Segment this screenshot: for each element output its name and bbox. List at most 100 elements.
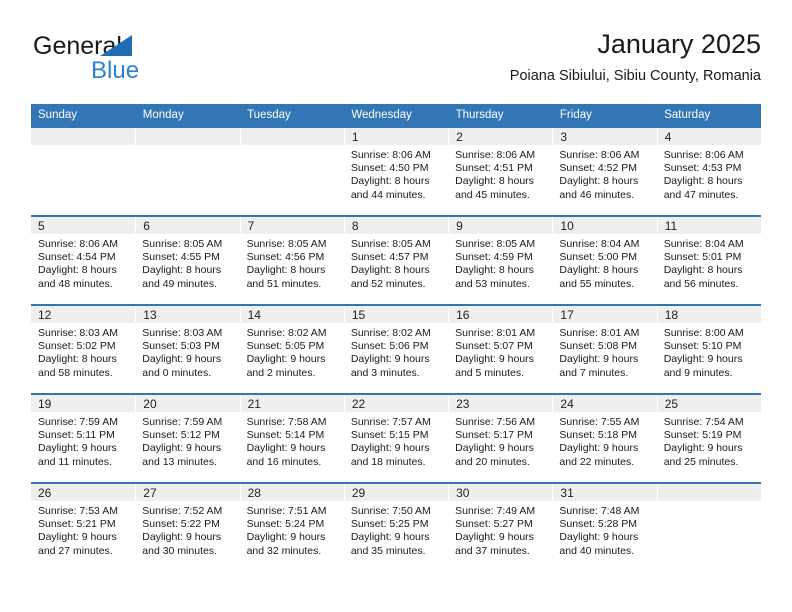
day-sun-details: Sunrise: 8:06 AM Sunset: 4:51 PM Daylight:…	[448, 145, 552, 202]
day-detail-line: Sunrise: 7:57 AM	[350, 416, 431, 428]
day-detail-line: Sunset: 5:18 PM	[559, 429, 638, 442]
calendar-day-cell[interactable]: 23 Sunrise: 7:56 AM Sunset: 5:17 PM Dayligh…	[448, 393, 553, 483]
day-detail-line: and 30 minutes.	[142, 544, 217, 557]
day-detail-line: Daylight: 9 hours	[663, 353, 743, 366]
calendar-day-cell[interactable]: 13 Sunrise: 8:03 AM Sunset: 5:03 PM Dayligh…	[135, 304, 240, 394]
day-detail-line: Sunset: 5:25 PM	[350, 518, 429, 531]
day-detail-line: and 7 minutes.	[559, 366, 629, 379]
day-cell-inner: 12 Sunrise: 8:03 AM Sunset: 5:02 PM Dayligh…	[31, 306, 136, 393]
day-detail-line: Daylight: 9 hours	[455, 531, 534, 544]
day-detail-line: Sunrise: 8:03 AM	[38, 327, 118, 339]
calendar-page: General Blue January 2025 Poiana Sibiulu…	[0, 0, 792, 612]
day-detail-line: Sunset: 5:14 PM	[246, 429, 325, 442]
calendar-day-cell-empty	[135, 126, 240, 216]
day-cell-inner	[135, 128, 240, 215]
day-detail-line: Daylight: 9 hours	[246, 442, 326, 455]
day-detail-line: and 46 minutes.	[559, 188, 635, 201]
title-block: January 2025 Poiana Sibiului, Sibiu Coun…	[510, 28, 761, 86]
calendar-week-row: 19 Sunrise: 7:59 AM Sunset: 5:11 PM Dayligh…	[31, 393, 761, 483]
calendar-day-cell[interactable]: 28 Sunrise: 7:51 AM Sunset: 5:24 PM Dayligh…	[239, 482, 344, 572]
day-sun-details: Sunrise: 8:01 AM Sunset: 5:08 PM Daylight:…	[552, 323, 656, 380]
calendar-day-cell[interactable]: 11 Sunrise: 8:04 AM Sunset: 5:01 PM Dayligh…	[656, 215, 761, 305]
calendar-day-cell[interactable]: 1 Sunrise: 8:06 AM Sunset: 4:50 PM Daylight…	[343, 126, 449, 216]
weekday-header-tuesday: Tuesday	[239, 104, 344, 127]
day-cell-inner: 13 Sunrise: 8:03 AM Sunset: 5:03 PM Dayligh…	[135, 306, 240, 393]
day-detail-line: Sunset: 5:17 PM	[455, 429, 533, 442]
day-detail-line: Sunrise: 7:55 AM	[559, 416, 640, 428]
day-cell-inner: 5 Sunrise: 8:06 AM Sunset: 4:54 PM Daylight…	[31, 217, 136, 304]
day-sun-details: Sunrise: 8:01 AM Sunset: 5:07 PM Daylight:…	[448, 323, 552, 380]
calendar-day-cell[interactable]: 24 Sunrise: 7:55 AM Sunset: 5:18 PM Dayligh…	[552, 393, 657, 483]
day-detail-line: Sunset: 5:10 PM	[663, 340, 742, 353]
calendar-day-cell-empty	[239, 126, 344, 216]
calendar-day-cell[interactable]: 31 Sunrise: 7:48 AM Sunset: 5:28 PM Dayligh…	[552, 482, 657, 572]
calendar-day-cell[interactable]: 21 Sunrise: 7:58 AM Sunset: 5:14 PM Dayligh…	[239, 393, 344, 483]
calendar-day-cell[interactable]: 30 Sunrise: 7:49 AM Sunset: 5:27 PM Dayligh…	[448, 482, 553, 572]
day-detail-line: Daylight: 9 hours	[142, 442, 222, 455]
day-detail-line: and 48 minutes.	[38, 277, 113, 290]
calendar-day-cell[interactable]: 25 Sunrise: 7:54 AM Sunset: 5:19 PM Dayligh…	[656, 393, 761, 483]
day-sun-details: Sunrise: 7:58 AM Sunset: 5:14 PM Daylight:…	[240, 412, 344, 469]
calendar-day-cell[interactable]: 17 Sunrise: 8:01 AM Sunset: 5:08 PM Dayligh…	[552, 304, 657, 394]
calendar-body: 1 Sunrise: 8:06 AM Sunset: 4:50 PM Daylight…	[31, 126, 761, 572]
day-detail-line: Sunrise: 8:03 AM	[142, 327, 223, 339]
calendar-day-cell[interactable]: 2 Sunrise: 8:06 AM Sunset: 4:51 PM Daylight…	[448, 126, 553, 216]
calendar-day-cell[interactable]: 7 Sunrise: 8:05 AM Sunset: 4:56 PM Daylight…	[239, 215, 344, 305]
day-detail-line: Sunrise: 8:06 AM	[559, 149, 640, 161]
calendar-day-cell[interactable]: 16 Sunrise: 8:01 AM Sunset: 5:07 PM Dayligh…	[448, 304, 553, 394]
day-number	[135, 128, 240, 145]
calendar-day-cell[interactable]: 6 Sunrise: 8:05 AM Sunset: 4:55 PM Daylight…	[135, 215, 240, 305]
day-detail-line: Sunset: 5:05 PM	[246, 340, 325, 353]
calendar-day-cell[interactable]: 4 Sunrise: 8:06 AM Sunset: 4:53 PM Daylight…	[656, 126, 761, 216]
day-detail-line: Sunset: 5:07 PM	[455, 340, 533, 353]
calendar-day-cell[interactable]: 20 Sunrise: 7:59 AM Sunset: 5:12 PM Dayligh…	[135, 393, 240, 483]
day-detail-line: and 3 minutes.	[350, 366, 420, 379]
day-sun-details: Sunrise: 8:02 AM Sunset: 5:06 PM Daylight:…	[344, 323, 448, 380]
day-detail-line: and 51 minutes.	[246, 277, 322, 290]
day-cell-inner: 1 Sunrise: 8:06 AM Sunset: 4:50 PM Daylight…	[343, 128, 449, 215]
day-detail-line: Daylight: 8 hours	[455, 175, 534, 188]
day-sun-details: Sunrise: 8:06 AM Sunset: 4:50 PM Daylight:…	[344, 145, 448, 202]
calendar-day-cell[interactable]: 29 Sunrise: 7:50 AM Sunset: 5:25 PM Dayligh…	[343, 482, 449, 572]
day-detail-line: Daylight: 9 hours	[455, 353, 534, 366]
calendar-day-cell[interactable]: 26 Sunrise: 7:53 AM Sunset: 5:21 PM Dayligh…	[31, 482, 136, 572]
calendar-day-cell[interactable]: 5 Sunrise: 8:06 AM Sunset: 4:54 PM Daylight…	[31, 215, 136, 305]
day-detail-line: Sunrise: 7:50 AM	[350, 505, 431, 517]
day-detail-line: Sunrise: 8:02 AM	[246, 327, 327, 339]
calendar-day-cell[interactable]: 18 Sunrise: 8:00 AM Sunset: 5:10 PM Dayligh…	[656, 304, 761, 394]
day-detail-line: Sunset: 5:19 PM	[663, 429, 742, 442]
day-number: 10	[552, 217, 657, 234]
calendar-day-cell[interactable]: 14 Sunrise: 8:02 AM Sunset: 5:05 PM Dayligh…	[239, 304, 344, 394]
calendar-day-cell[interactable]: 3 Sunrise: 8:06 AM Sunset: 4:52 PM Daylight…	[552, 126, 657, 216]
day-sun-details: Sunrise: 7:52 AM Sunset: 5:22 PM Daylight:…	[135, 501, 239, 558]
day-number: 16	[448, 306, 553, 323]
day-number: 4	[656, 128, 761, 145]
day-detail-line: Sunrise: 7:51 AM	[246, 505, 327, 517]
generalblue-logo[interactable]: General Blue	[31, 32, 271, 94]
day-detail-line: and 9 minutes.	[663, 366, 733, 379]
day-sun-details: Sunrise: 7:56 AM Sunset: 5:17 PM Daylight:…	[448, 412, 552, 469]
day-cell-inner: 26 Sunrise: 7:53 AM Sunset: 5:21 PM Dayligh…	[31, 484, 136, 572]
day-detail-line: Sunset: 4:53 PM	[663, 162, 742, 175]
calendar-day-cell[interactable]: 12 Sunrise: 8:03 AM Sunset: 5:02 PM Dayligh…	[31, 304, 136, 394]
day-detail-line: and 58 minutes.	[38, 366, 113, 379]
day-detail-line: Daylight: 9 hours	[246, 353, 326, 366]
day-detail-line: Sunset: 4:50 PM	[350, 162, 429, 175]
calendar-day-cell[interactable]: 22 Sunrise: 7:57 AM Sunset: 5:15 PM Dayligh…	[343, 393, 449, 483]
day-detail-line: Sunrise: 7:56 AM	[455, 416, 536, 428]
day-detail-line: Sunset: 5:28 PM	[559, 518, 638, 531]
day-detail-line: Sunrise: 7:53 AM	[38, 505, 118, 517]
calendar-day-cell[interactable]: 10 Sunrise: 8:04 AM Sunset: 5:00 PM Dayligh…	[552, 215, 657, 305]
calendar-day-cell[interactable]: 19 Sunrise: 7:59 AM Sunset: 5:11 PM Dayligh…	[31, 393, 136, 483]
calendar-header-row: Sunday Monday Tuesday Wednesday Thursday Frid…	[31, 104, 761, 127]
calendar-day-cell[interactable]: 27 Sunrise: 7:52 AM Sunset: 5:22 PM Dayligh…	[135, 482, 240, 572]
day-detail-line: and 11 minutes.	[38, 455, 112, 468]
weekday-header-friday: Friday	[551, 104, 657, 127]
day-detail-line: and 27 minutes.	[38, 544, 113, 557]
calendar-day-cell[interactable]: 8 Sunrise: 8:05 AM Sunset: 4:57 PM Daylight…	[343, 215, 449, 305]
calendar-day-cell[interactable]: 15 Sunrise: 8:02 AM Sunset: 5:06 PM Dayligh…	[343, 304, 449, 394]
calendar-day-cell[interactable]: 9 Sunrise: 8:05 AM Sunset: 4:59 PM Daylight…	[448, 215, 553, 305]
day-cell-inner	[656, 484, 761, 572]
day-cell-inner: 6 Sunrise: 8:05 AM Sunset: 4:55 PM Daylight…	[135, 217, 240, 304]
day-detail-line: Sunrise: 8:04 AM	[559, 238, 640, 250]
